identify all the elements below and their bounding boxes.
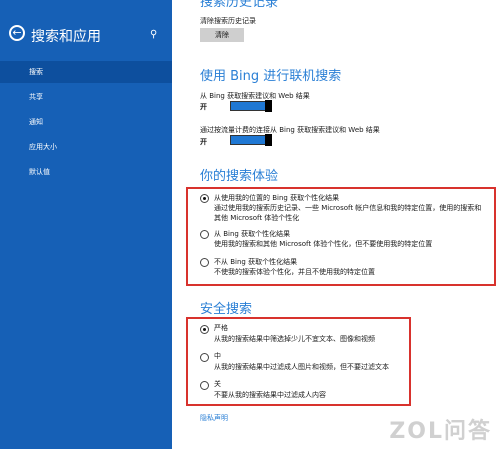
clear-history-button[interactable]: 清除 [200,28,244,42]
bing-metered-label: 通过按流量计费的连接从 Bing 获取搜索建议和 Web 结果 [200,126,380,134]
sidebar-item-defaults[interactable]: 默认值 [0,161,172,183]
watermark: ZOL问答 [389,419,492,444]
back-arrow-icon[interactable]: ← [9,25,25,41]
clear-history-label: 清除搜索历史记录 [200,17,256,25]
history-heading: 搜索历史记录 [200,0,279,10]
sidebar: ← 搜索和应用 ⚲ 搜索 共享 通知 应用大小 默认值 [0,0,172,449]
highlight-box-experience [186,187,496,286]
sidebar-item-search[interactable]: 搜索 [0,61,172,83]
bing-metered-toggle[interactable] [230,134,272,146]
search-icon[interactable]: ⚲ [150,29,157,40]
bing-metered-state: 开 [200,138,207,146]
bing-suggestions-state: 开 [200,103,207,111]
experience-heading: 你的搜索体验 [200,169,279,184]
bing-suggestions-toggle[interactable] [230,100,272,112]
sidebar-item-notifications[interactable]: 通知 [0,111,172,133]
safe-search-heading: 安全搜索 [200,302,253,317]
bing-suggestions-label: 从 Bing 获取搜索建议和 Web 结果 [200,92,310,100]
highlight-box-safe-search [186,317,411,406]
privacy-link[interactable]: 隐私声明 [200,413,228,423]
sidebar-item-app-sizes[interactable]: 应用大小 [0,136,172,158]
bing-heading: 使用 Bing 进行联机搜索 [200,69,342,84]
sidebar-item-share[interactable]: 共享 [0,86,172,108]
sidebar-title: 搜索和应用 [31,29,101,45]
